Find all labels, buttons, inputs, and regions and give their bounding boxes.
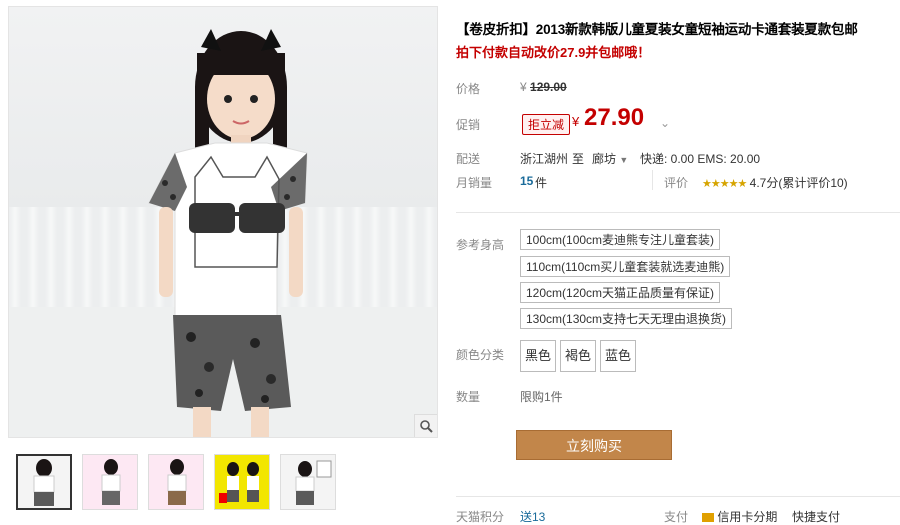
promo-tag: 拒立减 xyxy=(522,114,571,135)
payment-quick[interactable]: 快捷支付 xyxy=(792,508,840,525)
promo-text: 拍下付款自动改价27.9并包邮哦！ xyxy=(456,45,651,60)
quantity-label: 数量 xyxy=(456,390,481,404)
rating[interactable]: ★★★★★ 4.7分(累计评价10) xyxy=(702,174,848,191)
buy-now-button[interactable]: 立刻购买 xyxy=(516,430,672,460)
color-label: 颜色分类 xyxy=(456,348,505,362)
points-label: 天猫积分 xyxy=(456,510,505,524)
zoom-icon[interactable] xyxy=(414,414,437,437)
star-icons: ★★★★★ xyxy=(702,178,747,190)
original-price-label: 价格 xyxy=(456,82,481,96)
caret-down-icon: ▼ xyxy=(619,155,629,165)
color-option-black[interactable]: 黑色 xyxy=(520,340,556,372)
color-option-blue[interactable]: 蓝色 xyxy=(600,340,636,372)
rating-text: 4.7分(累计评价10) xyxy=(749,176,848,190)
shipping-from: 浙江湖州 xyxy=(520,152,569,166)
rating-label: 评价 xyxy=(664,176,689,190)
installment-text: 信用卡分期 xyxy=(717,510,778,524)
size-option-110[interactable]: 110cm(110cm买儿童套装就选麦迪熊) xyxy=(520,256,731,277)
quantity-limit: 限购1件 xyxy=(520,390,563,404)
points-value: 送13 xyxy=(520,510,546,524)
size-option-100[interactable]: 100cm(100cm麦迪熊专注儿童套装) xyxy=(520,229,721,250)
thumbnail-1[interactable] xyxy=(16,454,72,510)
size-option-130[interactable]: 130cm(130cm支持七天无理由退换货) xyxy=(520,308,733,329)
thumbnail-5[interactable] xyxy=(280,454,336,510)
thumbnail-3[interactable] xyxy=(148,454,204,510)
thumbnail-strip xyxy=(16,454,346,510)
size-option-120[interactable]: 120cm(120cm天猫正品质量有保证) xyxy=(520,282,721,303)
currency-symbol: ¥ xyxy=(520,80,527,94)
monthly-sales-unit: 件 xyxy=(535,176,548,190)
monthly-sales-label: 月销量 xyxy=(456,176,493,190)
promo-price-label: 促销 xyxy=(456,118,481,132)
chevron-down-icon[interactable]: ⌄ xyxy=(660,116,670,130)
section-divider xyxy=(456,212,900,213)
divider xyxy=(652,170,653,190)
shipping-fee: 快递: 0.00 EMS: 20.00 xyxy=(640,152,761,166)
payment-installment[interactable]: 信用卡分期 xyxy=(702,508,777,525)
thumbnail-2[interactable] xyxy=(82,454,138,510)
product-title: 【卷皮折扣】2013新款韩版儿童夏装女童短袖运动卡通套装夏款包邮 xyxy=(456,22,858,37)
footer-divider xyxy=(456,496,900,497)
color-option-brown[interactable]: 褐色 xyxy=(560,340,596,372)
payment-label: 支付 xyxy=(664,510,689,524)
girl-in-leopard-outfit-photo xyxy=(9,29,437,437)
size-label: 参考身高 xyxy=(456,238,505,252)
product-gallery xyxy=(8,6,438,518)
price-box: 价格 ¥ 129.00 促销 拒立减 ¥ 27.90 ⌄ 配送 浙江湖州 至 廊… xyxy=(456,70,900,198)
product-info-panel: 【卷皮折扣】2013新款韩版儿童夏装女童短袖运动卡通套装夏款包邮 拍下付款自动改… xyxy=(456,0,900,524)
shipping-to-word: 至 xyxy=(572,152,585,166)
destination-text: 廊坊 xyxy=(592,152,617,166)
shipping-label: 配送 xyxy=(456,152,481,166)
promo-currency: ¥ xyxy=(572,114,580,129)
original-price-value: 129.00 xyxy=(530,80,567,94)
original-price: ¥ 129.00 xyxy=(520,80,567,94)
shipping-destination[interactable]: 廊坊 ▼ xyxy=(592,150,628,167)
main-product-image[interactable] xyxy=(8,6,438,438)
monthly-sales-count: 15 xyxy=(520,174,534,188)
promo-price: 27.90 xyxy=(584,104,645,131)
thumbnail-4[interactable] xyxy=(214,454,270,510)
